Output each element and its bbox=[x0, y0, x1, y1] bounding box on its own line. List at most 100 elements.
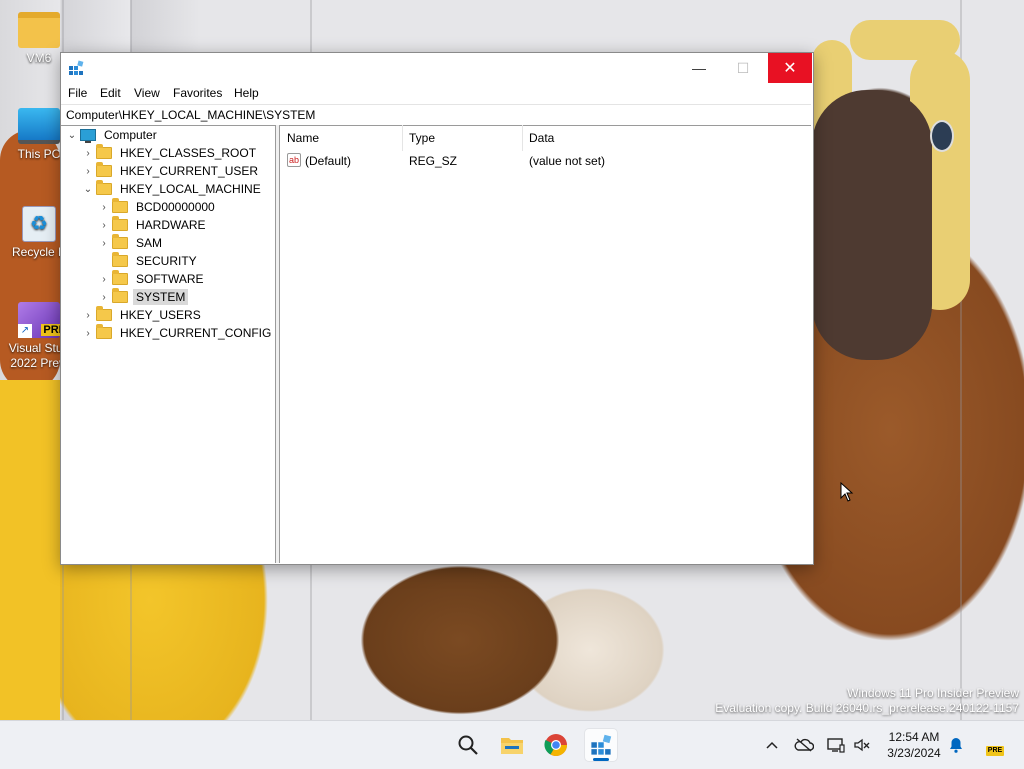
file-explorer-icon bbox=[501, 738, 523, 754]
value-type: REG_SZ bbox=[409, 154, 458, 168]
chrome-icon bbox=[544, 734, 567, 756]
watermark-line-2: Evaluation copy. Build 26040.rs_prerelea… bbox=[715, 701, 1019, 715]
tree-item-hkey-users[interactable]: › HKEY_USERS bbox=[81, 306, 204, 324]
chevron-right-icon[interactable]: › bbox=[81, 306, 95, 324]
volume-muted-icon bbox=[854, 738, 870, 752]
computer-icon bbox=[80, 129, 96, 143]
value-name: (Default) bbox=[305, 154, 352, 168]
folder-icon bbox=[112, 288, 128, 303]
active-app-indicator bbox=[593, 758, 609, 761]
network-tray-button[interactable] bbox=[826, 735, 846, 755]
tree-item-label: HARDWARE bbox=[136, 218, 206, 232]
tree-item-label: HKEY_USERS bbox=[120, 308, 201, 322]
menu-favorites[interactable]: Favorites bbox=[173, 86, 222, 100]
chevron-up-icon bbox=[766, 741, 778, 749]
tree-item-label: HKEY_CURRENT_USER bbox=[120, 164, 259, 178]
values-pane[interactable]: Name Type Data ab (Default) REG_SZ (valu… bbox=[281, 125, 813, 563]
tree-item-computer[interactable]: ⌄ Computer bbox=[65, 126, 160, 144]
title-bar[interactable]: — ☐ ✕ bbox=[61, 53, 813, 83]
chevron-right-icon[interactable]: › bbox=[97, 270, 111, 288]
tree-item-sam[interactable]: › SAM bbox=[97, 234, 165, 252]
registry-editor-window[interactable]: — ☐ ✕ File Edit View Favorites Help Comp… bbox=[60, 52, 814, 565]
recycle-bin-icon: ♻ bbox=[22, 206, 56, 242]
volume-tray-button[interactable] bbox=[852, 735, 872, 755]
chevron-right-icon[interactable]: › bbox=[97, 198, 111, 216]
onedrive-offline-icon bbox=[794, 738, 814, 752]
close-button[interactable]: ✕ bbox=[768, 53, 812, 83]
maximize-button[interactable]: ☐ bbox=[721, 53, 765, 83]
notifications-button[interactable] bbox=[946, 735, 966, 755]
folder-icon bbox=[96, 162, 112, 177]
tree-item-hkey-classes-root[interactable]: › HKEY_CLASSES_ROOT bbox=[81, 144, 259, 162]
folder-icon bbox=[96, 324, 112, 339]
network-icon bbox=[827, 738, 845, 753]
tree-item-bcd00000000[interactable]: › BCD00000000 bbox=[97, 198, 218, 216]
folder-icon bbox=[18, 12, 60, 48]
show-hidden-icons-button[interactable] bbox=[762, 735, 782, 755]
tree-item-label: HKEY_CURRENT_CONFIG bbox=[120, 326, 272, 340]
build-watermark: Windows 11 Pro Insider Preview Evaluatio… bbox=[715, 686, 1019, 716]
minimize-icon: — bbox=[692, 60, 706, 76]
shortcut-arrow-icon: ↗ bbox=[18, 324, 32, 338]
tree-item-label-selected: SYSTEM bbox=[133, 289, 189, 305]
menu-view[interactable]: View bbox=[134, 86, 160, 100]
maximize-icon: ☐ bbox=[736, 59, 750, 76]
taskbar-clock[interactable]: 12:54 AM 3/23/2024 bbox=[880, 729, 948, 761]
tree-item-label: SOFTWARE bbox=[136, 272, 204, 286]
value-data: (value not set) bbox=[529, 154, 606, 168]
tree-item-label: SECURITY bbox=[136, 254, 197, 268]
chevron-right-icon[interactable]: › bbox=[97, 234, 111, 252]
minimize-button[interactable]: — bbox=[677, 53, 721, 83]
folder-icon bbox=[112, 234, 128, 249]
column-header-type[interactable]: Type bbox=[403, 125, 523, 151]
tree-item-software[interactable]: › SOFTWARE bbox=[97, 270, 207, 288]
bell-icon bbox=[950, 738, 962, 753]
column-header-name[interactable]: Name bbox=[281, 125, 403, 151]
chevron-down-icon[interactable]: ⌄ bbox=[81, 180, 95, 198]
taskbar-search-button[interactable] bbox=[452, 729, 484, 761]
string-value-icon: ab bbox=[287, 153, 301, 167]
folder-icon bbox=[96, 306, 112, 321]
tree-item-system[interactable]: › SYSTEM bbox=[97, 288, 189, 306]
folder-icon bbox=[96, 180, 112, 195]
tree-item-label: Computer bbox=[104, 128, 157, 142]
address-bar[interactable]: Computer\HKEY_LOCAL_MACHINE\SYSTEM bbox=[61, 104, 811, 126]
folder-icon bbox=[112, 270, 128, 285]
column-header-data[interactable]: Data bbox=[523, 125, 813, 151]
chevron-right-icon[interactable]: › bbox=[81, 324, 95, 342]
registry-editor-icon bbox=[69, 60, 84, 75]
insider-preview-badge: PRE bbox=[986, 746, 1004, 756]
onedrive-tray-button[interactable] bbox=[794, 735, 814, 755]
address-path[interactable]: Computer\HKEY_LOCAL_MACHINE\SYSTEM bbox=[66, 108, 315, 122]
tree-item-hkey-current-user[interactable]: › HKEY_CURRENT_USER bbox=[81, 162, 261, 180]
tree-item-security[interactable]: SECURITY bbox=[97, 252, 200, 270]
value-row[interactable]: ab (Default) REG_SZ (value not set) bbox=[281, 152, 813, 170]
menu-file[interactable]: File bbox=[68, 86, 87, 100]
toy-snout bbox=[812, 90, 932, 360]
taskbar-file-explorer-button[interactable] bbox=[496, 729, 528, 761]
chevron-right-icon[interactable]: › bbox=[81, 162, 95, 180]
chevron-down-icon[interactable]: ⌄ bbox=[65, 126, 79, 144]
close-icon: ✕ bbox=[783, 60, 797, 77]
chevron-right-icon[interactable]: › bbox=[97, 216, 111, 234]
key-tree-pane[interactable]: ⌄ Computer › HKEY_CLASSES_ROOT › HKEY_CU… bbox=[61, 125, 276, 563]
tree-item-hardware[interactable]: › HARDWARE bbox=[97, 216, 209, 234]
registry-editor-icon bbox=[591, 734, 612, 755]
tree-item-label: HKEY_LOCAL_MACHINE bbox=[120, 182, 261, 196]
taskbar-registry-editor-button[interactable] bbox=[585, 729, 617, 761]
pane-splitter[interactable] bbox=[276, 125, 280, 563]
tree-item-hkey-local-machine[interactable]: ⌄ HKEY_LOCAL_MACHINE bbox=[81, 180, 264, 198]
menu-edit[interactable]: Edit bbox=[100, 86, 121, 100]
folder-icon bbox=[112, 216, 128, 231]
menu-bar: File Edit View Favorites Help bbox=[61, 83, 813, 103]
visual-studio-icon: PRE ↗ bbox=[18, 302, 68, 338]
menu-help[interactable]: Help bbox=[234, 86, 259, 100]
folder-icon bbox=[112, 252, 128, 267]
tree-item-hkey-current-config[interactable]: › HKEY_CURRENT_CONFIG bbox=[81, 324, 274, 342]
toy-eye bbox=[930, 120, 954, 152]
taskbar-chrome-button[interactable] bbox=[540, 729, 572, 761]
expander-placeholder bbox=[97, 252, 111, 270]
mouse-cursor-icon bbox=[840, 482, 854, 502]
chevron-right-icon[interactable]: › bbox=[81, 144, 95, 162]
chevron-right-icon[interactable]: › bbox=[97, 288, 111, 306]
